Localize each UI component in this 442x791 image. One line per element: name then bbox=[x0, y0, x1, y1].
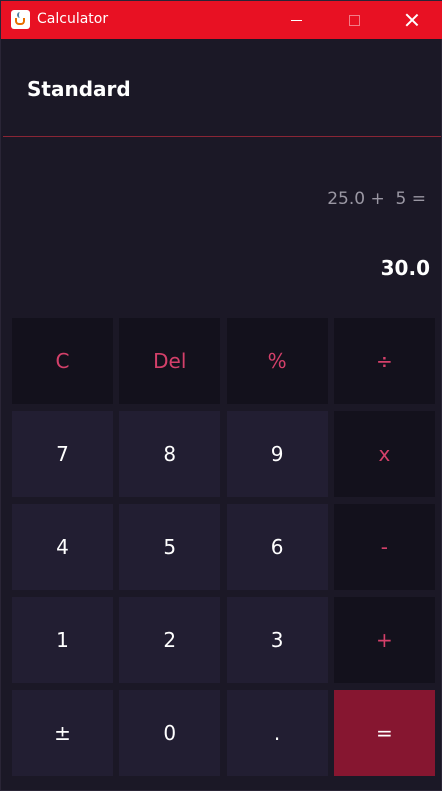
multiply-button[interactable]: x bbox=[333, 411, 435, 497]
negate-button[interactable]: ± bbox=[12, 690, 113, 776]
close-button[interactable] bbox=[389, 1, 435, 39]
digit-9-button[interactable]: 9 bbox=[226, 411, 328, 497]
java-cup-icon bbox=[11, 10, 30, 29]
keypad: C Del % ÷ 7 8 9 x 4 5 6 - 1 2 3 + ± 0 . … bbox=[12, 318, 435, 776]
digit-4-button[interactable]: 4 bbox=[12, 504, 113, 590]
subtract-button[interactable]: - bbox=[333, 504, 435, 590]
expression-display: 25.0 + 5 = bbox=[327, 189, 426, 209]
minimize-icon bbox=[290, 19, 302, 21]
maximize-icon bbox=[348, 14, 360, 26]
window-title: Calculator bbox=[37, 11, 109, 27]
add-button[interactable]: + bbox=[333, 597, 435, 683]
mode-title: Standard bbox=[27, 77, 131, 101]
decimal-button[interactable]: . bbox=[226, 690, 328, 776]
divide-button[interactable]: ÷ bbox=[333, 318, 435, 404]
delete-button[interactable]: Del bbox=[119, 318, 221, 404]
maximize-button[interactable] bbox=[331, 1, 377, 39]
minimize-button[interactable] bbox=[273, 1, 319, 39]
calculator-window: Calculator Standard 25.0 + 5 = 30.0 C De… bbox=[0, 0, 442, 791]
digit-0-button[interactable]: 0 bbox=[119, 690, 221, 776]
equals-button[interactable]: = bbox=[333, 690, 435, 776]
digit-8-button[interactable]: 8 bbox=[119, 411, 221, 497]
clear-button[interactable]: C bbox=[12, 318, 113, 404]
result-display: 30.0 bbox=[380, 256, 430, 280]
digit-2-button[interactable]: 2 bbox=[119, 597, 221, 683]
digit-1-button[interactable]: 1 bbox=[12, 597, 113, 683]
digit-6-button[interactable]: 6 bbox=[226, 504, 328, 590]
close-icon bbox=[405, 13, 419, 27]
percent-button[interactable]: % bbox=[226, 318, 328, 404]
title-bar[interactable]: Calculator bbox=[1, 1, 442, 39]
digit-7-button[interactable]: 7 bbox=[12, 411, 113, 497]
digit-3-button[interactable]: 3 bbox=[226, 597, 328, 683]
header-divider bbox=[3, 136, 441, 137]
digit-5-button[interactable]: 5 bbox=[119, 504, 221, 590]
